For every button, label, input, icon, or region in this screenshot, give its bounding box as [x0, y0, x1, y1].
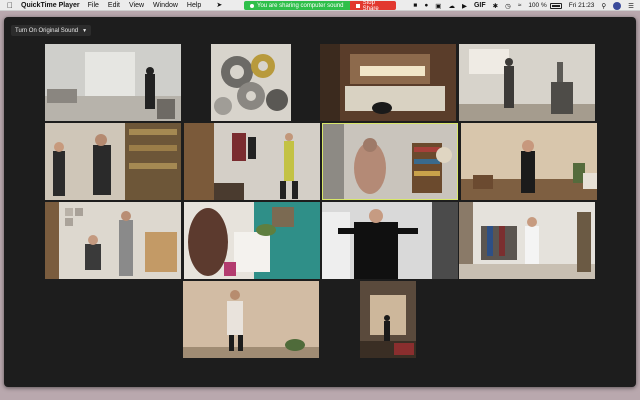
stop-icon	[356, 3, 360, 8]
participant-video	[45, 123, 181, 200]
clock[interactable]: Fri 21:23	[569, 2, 595, 9]
video-tile[interactable]	[211, 44, 291, 121]
participant-video	[184, 123, 320, 200]
participant-video	[322, 202, 458, 279]
participant-video	[322, 123, 458, 200]
participant-video	[183, 281, 319, 358]
menu-edit[interactable]: Edit	[108, 2, 120, 9]
wifi-icon[interactable]: ≈	[518, 2, 522, 9]
record-icon[interactable]: ●	[424, 2, 428, 9]
video-tile[interactable]	[45, 123, 181, 200]
video-tile[interactable]	[184, 202, 320, 279]
stop-share-label: Stop Share	[362, 0, 379, 12]
apple-icon[interactable]: 	[7, 1, 17, 10]
notification-center-icon[interactable]: ☰	[628, 2, 634, 10]
siri-icon[interactable]	[613, 1, 622, 10]
cloud-icon[interactable]: ☁	[448, 2, 455, 10]
mouse-cursor-icon: ➤	[216, 2, 223, 9]
screen-share-banner: You are sharing computer sound Stop Shar…	[244, 0, 396, 12]
gears-image	[211, 44, 291, 121]
participant-video	[459, 202, 595, 279]
screen-icon[interactable]: ▣	[435, 2, 441, 10]
sharing-status: You are sharing computer sound	[244, 1, 350, 10]
battery-icon[interactable]	[549, 2, 562, 9]
video-tile[interactable]	[360, 281, 416, 358]
app-menu[interactable]: QuickTime Player	[21, 2, 80, 9]
menu-file[interactable]: File	[88, 2, 99, 9]
sharing-indicator-icon	[250, 3, 254, 8]
gif-icon[interactable]: GIF	[474, 2, 486, 9]
video-tile[interactable]	[461, 123, 597, 200]
stop-share-button[interactable]: Stop Share	[350, 0, 396, 12]
bluetooth-icon[interactable]: ✱	[493, 2, 498, 10]
menu-help[interactable]: Help	[187, 2, 201, 9]
menu-bar-status: ■ ● ▣ ☁ ▶ GIF ✱ ◷ ≈ 100 % Fri 21:23 ⚲ ☰	[406, 0, 640, 11]
zoom-gallery-window: Turn On Original Sound ▼	[4, 17, 636, 387]
participant-video	[45, 202, 181, 279]
video-tile[interactable]	[183, 281, 319, 358]
video-tile[interactable]	[45, 44, 181, 121]
original-sound-label: Turn On Original Sound	[15, 27, 79, 34]
clock-menu-icon[interactable]: ◷	[505, 2, 511, 10]
participant-video	[461, 123, 597, 200]
original-sound-button[interactable]: Turn On Original Sound ▼	[11, 25, 92, 36]
video-tile[interactable]	[320, 44, 456, 121]
video-tile[interactable]	[184, 123, 320, 200]
menu-view[interactable]: View	[129, 2, 144, 9]
battery-text[interactable]: 100 %	[528, 2, 546, 9]
participant-video	[45, 44, 181, 121]
sharing-status-text: You are sharing computer sound	[257, 2, 344, 9]
participant-video	[459, 44, 595, 121]
participant-video	[184, 202, 320, 279]
play-icon[interactable]: ▶	[462, 2, 467, 10]
search-icon[interactable]: ⚲	[601, 2, 606, 10]
participant-video	[360, 281, 416, 358]
menu-window[interactable]: Window	[153, 2, 178, 9]
chevron-down-icon: ▼	[82, 27, 88, 34]
dropbox-icon[interactable]: ■	[413, 2, 417, 9]
active-speaker-tile[interactable]	[322, 123, 458, 200]
video-tile[interactable]	[322, 202, 458, 279]
video-tile[interactable]	[45, 202, 181, 279]
participant-video	[320, 44, 456, 121]
video-tile[interactable]	[459, 202, 595, 279]
video-tile[interactable]	[459, 44, 595, 121]
